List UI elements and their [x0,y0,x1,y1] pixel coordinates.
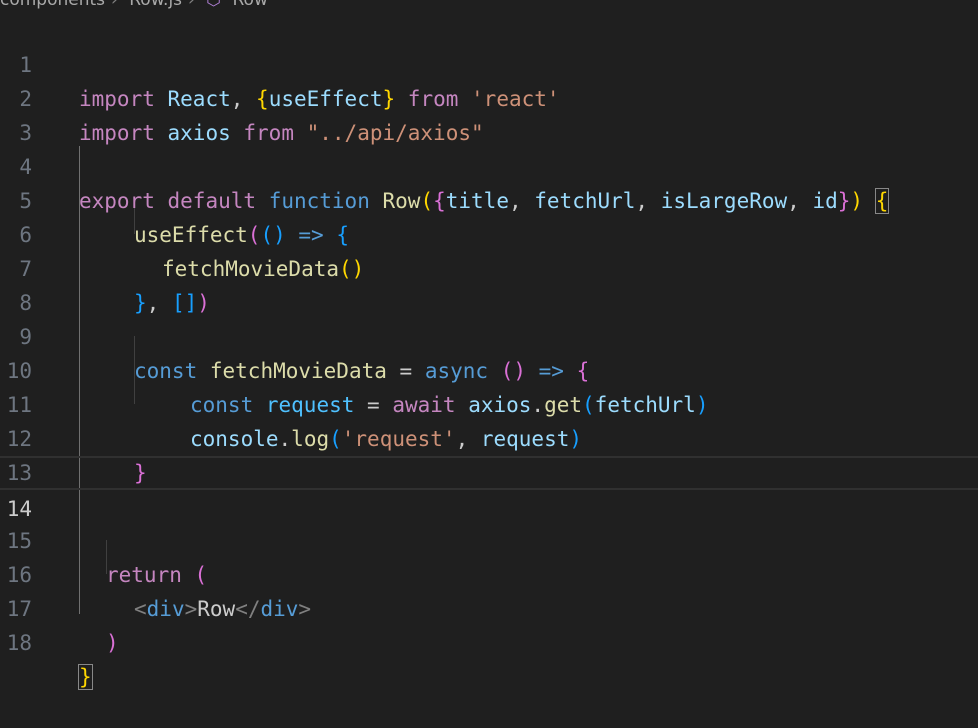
code-editor[interactable]: 1 import React, {useEffect} from 'react'… [0,14,978,690]
code-line-14-current[interactable]: 14 [0,456,978,521]
code-line-11[interactable]: 11 console.log('request', request) [0,354,978,451]
symbol-icon: ⬡ [206,0,222,10]
code-line-4[interactable]: 4 export default function Row({title, fe… [0,116,978,214]
code-line-13[interactable]: 13 [0,422,978,485]
breadcrumb-item-folder[interactable]: components [0,0,105,10]
code-text: } [78,660,93,694]
code-line-8[interactable]: 8 [0,252,978,315]
code-line-1[interactable]: 1 import React, {useEffect} from 'react' [0,14,978,111]
breadcrumb-item-file[interactable]: Row.js [129,0,182,10]
code-line-2[interactable]: 2 import axios from "../api/axios" [0,48,978,145]
code-line-10[interactable]: 10 const request = await axios.get(fetch… [0,320,978,417]
line-number: 18 [6,631,32,655]
code-line-6[interactable]: 6 fetchMovieData() [0,184,978,281]
code-line-7[interactable]: 7 }, []) [0,218,978,315]
code-line-3[interactable]: 3 [0,82,978,145]
code-line-17[interactable]: 17 ) [0,558,978,655]
code-line-12[interactable]: 12 } [0,388,978,485]
code-line-9[interactable]: 9 const fetchMovieData = async () => { [0,286,978,383]
code-text: ) [106,631,119,655]
code-line-15[interactable]: 15 return ( [0,490,978,587]
breadcrumb-item-symbol[interactable]: Row [233,0,268,10]
breadcrumb: components › Row.js › ⬡ Row [0,0,978,11]
code-line-16[interactable]: 16 <div>Row</div> [0,524,978,621]
code-line-18[interactable]: 18 } [0,592,978,690]
matched-bracket: } [78,664,93,690]
code-line-5[interactable]: 5 useEffect(() => { [0,150,978,247]
